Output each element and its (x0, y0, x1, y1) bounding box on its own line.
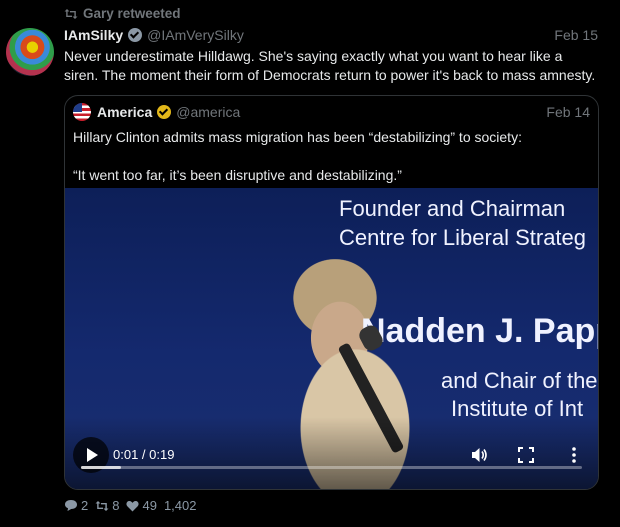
retweet-button[interactable]: 8 (95, 498, 119, 513)
tweet-actions: 2 8 49 1,402 (64, 498, 196, 513)
verified-icon (128, 28, 143, 42)
quote-text-line1: Hillary Clinton admits mass migration ha… (73, 129, 522, 145)
video-player[interactable]: Founder and Chairman Centre for Liberal … (65, 188, 598, 489)
retweet-icon (64, 8, 78, 19)
slide-line: and Chair of the (441, 368, 598, 393)
video-buffered (81, 466, 122, 469)
more-options-icon[interactable] (564, 445, 584, 465)
play-icon (87, 448, 98, 462)
quote-date[interactable]: Feb 14 (546, 104, 590, 120)
reply-icon (65, 500, 77, 511)
like-button[interactable]: 49 (126, 498, 157, 513)
quote-header: America @america Feb 14 (73, 103, 590, 121)
quote-author-name[interactable]: America (97, 104, 152, 120)
video-progress-bar[interactable] (81, 466, 582, 469)
slide-line: Nadden J. Papp (361, 312, 599, 350)
view-count: 1,402 (163, 498, 197, 513)
video-timecode: 0:01 / 0:19 (113, 447, 175, 462)
verified-gold-icon (157, 105, 172, 119)
like-count: 49 (142, 498, 157, 513)
slide-line: Founder and Chairman (339, 196, 566, 221)
retweet-count: 8 (112, 498, 120, 513)
video-controls: 0:01 / 0:19 (65, 417, 598, 489)
avatar[interactable] (6, 28, 54, 76)
retweet-text[interactable]: Gary retweeted (83, 6, 181, 21)
author-name[interactable]: IAmSilky (64, 27, 123, 43)
us-flag-avatar[interactable] (73, 103, 91, 121)
tweet-header: IAmSilky @IAmVerySilky Feb 15 (64, 26, 598, 44)
quote-text: Hillary Clinton admits mass migration ha… (73, 128, 588, 185)
volume-icon[interactable] (469, 445, 489, 465)
reply-count: 2 (81, 498, 89, 513)
fullscreen-icon[interactable] (516, 445, 536, 465)
views-count[interactable]: 1,402 (164, 498, 197, 513)
quoted-tweet[interactable]: America @america Feb 14 Hillary Clinton … (64, 95, 599, 490)
quote-text-line2: “It went too far, it’s been disruptive a… (73, 167, 402, 183)
heart-icon (126, 500, 140, 511)
author-handle[interactable]: @IAmVerySilky (147, 27, 244, 43)
retweet-indicator: Gary retweeted (64, 6, 181, 21)
tweet-text: Never underestimate Hilldawg. She's sayi… (64, 48, 596, 83)
reply-button[interactable]: 2 (64, 498, 88, 513)
slide-line: Centre for Liberal Strateg (339, 225, 587, 250)
retweet-icon (95, 500, 109, 511)
tweet-date[interactable]: Feb 15 (554, 27, 598, 43)
quote-author-handle[interactable]: @america (176, 104, 240, 120)
